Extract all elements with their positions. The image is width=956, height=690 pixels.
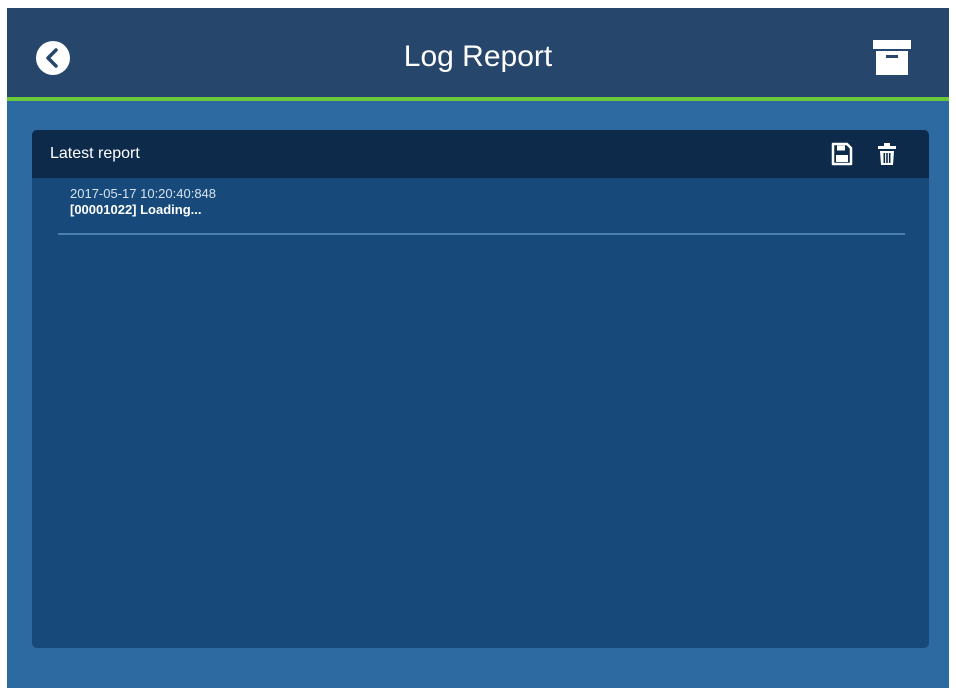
app-window: Log Report Latest report 2017-05-17 10:2… (7, 8, 949, 688)
archive-button[interactable] (870, 38, 914, 78)
trash-icon (878, 143, 896, 165)
archive-box-icon (873, 40, 911, 75)
log-entry: 2017-05-17 10:20:40:848 [00001022] Loadi… (70, 186, 216, 218)
log-message: [00001022] Loading... (70, 202, 202, 217)
report-panel: Latest report 2017-05-17 10:20:40:848 [0… (32, 130, 929, 648)
delete-button[interactable] (876, 142, 898, 166)
panel-title: Latest report (50, 145, 140, 162)
top-bar: Log Report (7, 8, 949, 101)
log-timestamp: 2017-05-17 10:20:40:848 (70, 186, 217, 201)
entry-divider (58, 233, 905, 235)
save-button[interactable] (831, 142, 853, 166)
panel-header: Latest report (32, 130, 929, 178)
floppy-disk-icon (831, 142, 853, 166)
page-title: Log Report (403, 40, 553, 73)
